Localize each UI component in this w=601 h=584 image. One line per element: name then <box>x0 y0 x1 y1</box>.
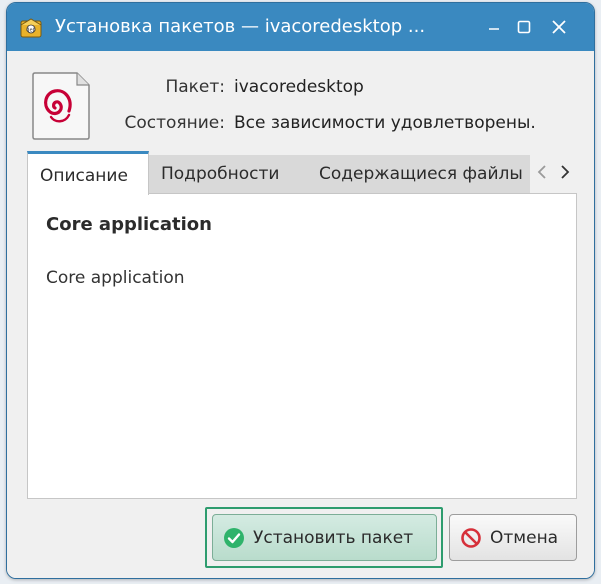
check-circle-icon <box>224 527 244 548</box>
install-button-label: Установить пакет <box>253 527 414 548</box>
chevron-left-icon[interactable] <box>533 161 551 183</box>
cancel-button[interactable]: Отмена <box>449 514 577 561</box>
close-icon[interactable] <box>549 17 569 37</box>
svg-text:deb: deb <box>26 28 35 34</box>
description-panel: Core application Core application <box>27 193 577 499</box>
tab-description[interactable]: Описание <box>27 151 149 195</box>
install-package-button[interactable]: Установить пакет <box>212 514 437 561</box>
dialog-content: Пакет: ivacoredesktop Состояние: Все зав… <box>7 51 594 578</box>
minimize-icon[interactable] <box>484 17 504 37</box>
cancel-icon <box>461 527 481 548</box>
cancel-button-label: Отмена <box>490 527 559 548</box>
deb-package-icon: deb <box>20 18 42 38</box>
window-title: Установка пакетов — ivacoredesktop ... <box>55 16 426 37</box>
description-title: Core application <box>46 214 212 235</box>
chevron-right-icon[interactable] <box>556 161 574 183</box>
status-label: Состояние: <box>124 113 226 133</box>
tab-details[interactable]: Подробности <box>149 155 307 193</box>
title-bar[interactable]: deb Установка пакетов — ivacoredesktop .… <box>7 3 594 51</box>
tab-bar: Описание Подробности Содержащиеся файлы <box>27 151 577 195</box>
status-value: Все зависимости удовлетворены. <box>234 113 536 133</box>
package-label: Пакет: <box>165 77 225 97</box>
tab-contained-files[interactable]: Содержащиеся файлы <box>307 155 530 193</box>
installer-window: deb Установка пакетов — ivacoredesktop .… <box>6 2 595 579</box>
package-name: ivacoredesktop <box>234 77 364 97</box>
maximize-icon[interactable] <box>514 17 534 37</box>
description-text: Core application <box>46 268 185 288</box>
